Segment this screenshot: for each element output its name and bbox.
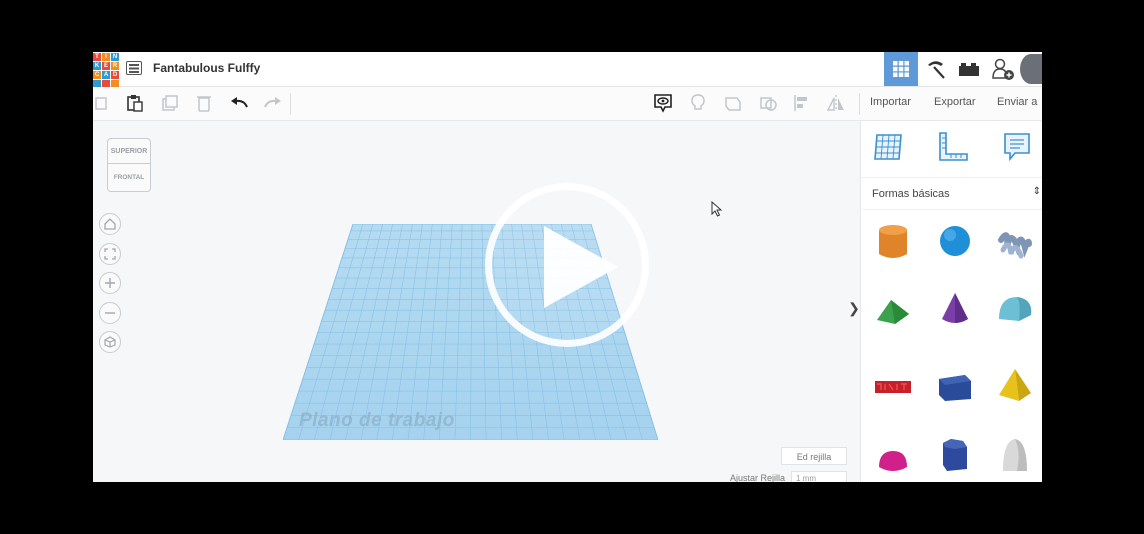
note-tool-icon[interactable] [1001,131,1033,163]
top-right-controls [884,52,1042,86]
align-icon [794,95,807,111]
align-button[interactable] [792,93,812,113]
group-icon [760,97,777,111]
perspective-button[interactable] [99,331,121,353]
logo-letter: C [93,71,101,79]
copy-icon [95,97,107,110]
shape-button[interactable] [723,93,743,113]
shape-cone[interactable] [935,289,975,329]
add-user-button[interactable] [986,52,1020,86]
export-button[interactable]: Exportar [934,96,976,108]
logo-letter: K [93,62,101,70]
shape-box[interactable] [935,365,975,405]
shape-polygon[interactable] [935,433,975,473]
shape-roof[interactable] [873,290,913,330]
copy-button[interactable] [93,93,111,113]
workplane-label: Plano de trabajo [299,410,455,431]
top-bar: T I N K E R C A D Fantabulous Fulffy [93,52,1042,88]
ruler-tool-icon[interactable] [937,131,969,163]
shape-scribble[interactable] [995,224,1035,264]
fit-view-button[interactable] [99,243,121,265]
snap-grid-select[interactable]: 1 mm [791,471,847,482]
workplane-tool-icon[interactable] [873,131,905,163]
logo-letter: D [111,71,119,79]
delete-button[interactable] [194,93,214,113]
zoom-out-button[interactable] [99,302,121,324]
lightbulb-icon [691,94,705,110]
undo-icon [231,97,248,108]
grid-view-icon [893,61,909,77]
brick-icon [959,63,979,76]
mirror-button[interactable] [826,93,846,113]
video-play-button[interactable] [485,183,649,347]
send-to-button[interactable]: Enviar a [997,96,1037,108]
snap-grid-label: Ajustar Rejilla [730,473,786,482]
mouse-cursor-icon [711,201,723,217]
edit-grid-button[interactable]: Ed rejilla [781,447,847,465]
notes-button[interactable] [653,93,673,113]
panel-divider [861,177,1042,178]
import-button[interactable]: Importar [870,96,911,108]
shape-cylinder[interactable] [873,222,913,262]
view-cube-top[interactable]: SUPERIOR [107,138,151,164]
shapes-panel: Formas básicas ⇕ [860,121,1042,482]
logo-letter: E [102,62,110,70]
fit-icon [104,248,116,260]
logo-letter: T [93,53,101,61]
eye-speech-icon [654,94,672,113]
paste-icon [127,95,143,112]
zoom-in-button[interactable] [99,272,121,294]
duplicate-button[interactable] [160,93,180,113]
shape-category-select[interactable]: Formas básicas ⇕ [863,179,1042,210]
trash-icon [197,96,211,112]
tinkercad-logo[interactable]: T I N K E R C A D [93,53,119,88]
shape-paraboloid[interactable] [995,435,1035,475]
design-title[interactable]: Fantabulous Fulffy [153,61,260,75]
edit-toolbar: Importar Exportar Enviar a [93,87,1042,121]
tinkercad-window: T I N K E R C A D Fantabulous Fulffy Imp… [93,52,1042,482]
redo-icon [264,97,281,108]
shape-category-label: Formas básicas [872,188,950,200]
group-button[interactable] [758,93,778,113]
undo-button[interactable] [229,93,249,113]
3d-view-button[interactable] [884,52,918,86]
cube-icon [104,336,116,348]
home-icon [104,218,116,230]
logo-letter: R [111,62,119,70]
collapse-panel-button[interactable]: ❯ [848,294,860,322]
design-list-icon[interactable] [126,61,142,75]
blocks-button[interactable] [918,52,952,86]
light-button[interactable] [688,93,708,113]
select-arrows-icon: ⇕ [1032,186,1041,197]
minus-icon [105,312,115,314]
paste-button[interactable] [125,93,145,113]
shape-outline-icon [725,97,741,111]
view-cube[interactable]: SUPERIOR FRONTAL [107,138,151,194]
chevron-right-icon: ❯ [848,299,860,316]
view-cube-front[interactable]: FRONTAL [107,164,151,192]
user-avatar[interactable] [1020,54,1042,84]
home-view-button[interactable] [99,213,121,235]
duplicate-icon [162,95,178,111]
logo-letter: A [102,71,110,79]
logo-letter: I [102,53,110,61]
logo-letter: N [111,53,119,61]
pickaxe-icon [928,61,945,79]
shape-text[interactable] [873,367,913,407]
shape-round-roof[interactable] [995,289,1035,329]
add-user-icon [992,58,1014,80]
shape-pyramid[interactable] [995,365,1035,405]
plus-icon [105,278,115,288]
redo-button[interactable] [263,93,283,113]
shape-half-sphere[interactable] [873,439,913,479]
shape-sphere[interactable] [935,221,975,261]
bricks-button[interactable] [952,52,986,86]
mirror-icon [826,95,844,111]
